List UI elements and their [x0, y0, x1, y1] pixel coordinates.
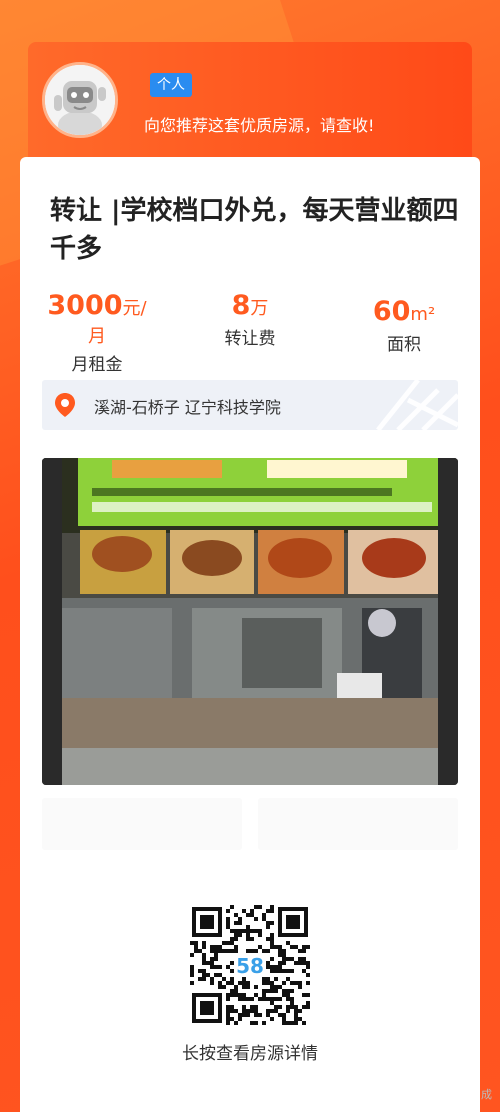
watermark: 成	[481, 1088, 492, 1101]
area-value: 60	[372, 296, 411, 327]
stat-transfer-fee: 8万 转让费	[200, 290, 300, 349]
listing-title: 转让 |学校档口外兑，每天营业额四千多	[50, 196, 459, 264]
transfer-fee-value: 8	[231, 290, 251, 321]
qr-center-logo: 58	[236, 954, 264, 978]
stat-rent: 3000元/月 月租金	[42, 290, 152, 375]
transfer-fee-unit: 万	[250, 298, 269, 319]
transfer-fee-label: 转让费	[224, 329, 276, 349]
area-unit: m²	[410, 304, 436, 325]
address-text: 溪湖-石桥子 辽宁科技学院	[94, 398, 281, 417]
rent-value: 3000	[47, 290, 123, 321]
map-decoration	[376, 380, 458, 430]
rent-label: 月租金	[71, 355, 123, 375]
listing-photo[interactable]	[42, 458, 458, 785]
address-bar[interactable]: 溪湖-石桥子 辽宁科技学院	[42, 380, 458, 430]
stat-area: 60m² 面积	[356, 296, 452, 355]
image-placeholder-left	[42, 798, 242, 850]
area-label: 面积	[387, 335, 421, 355]
robot-mascot-icon	[42, 62, 118, 138]
recommend-slogan: 向您推荐这套优质房源，请查收!	[144, 116, 375, 135]
qr-caption: 长按查看房源详情	[182, 1044, 318, 1064]
personal-badge: 个人	[150, 73, 192, 97]
image-placeholder-right	[258, 798, 458, 850]
location-pin-icon	[54, 392, 76, 422]
qr-code[interactable]: 58	[190, 905, 310, 1025]
